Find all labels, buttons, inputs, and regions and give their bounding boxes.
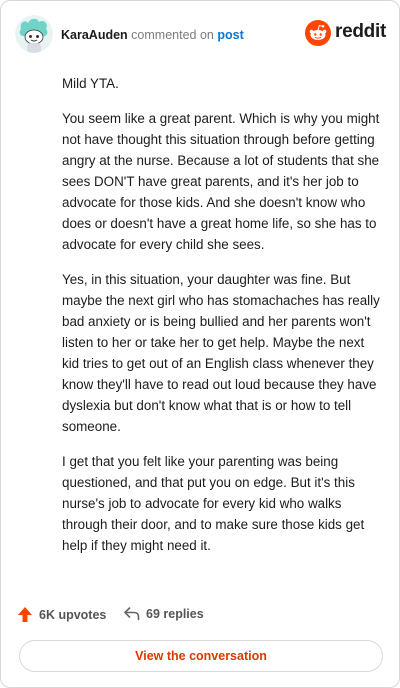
reddit-snoo-icon	[305, 20, 331, 46]
replies-label: 69 replies	[146, 606, 204, 621]
comment-body: Mild YTA. You seem like a great parent. …	[62, 73, 380, 570]
reply-arrow-icon	[124, 607, 140, 621]
post-link[interactable]: post	[217, 28, 243, 42]
comment-paragraph: You seem like a great parent. Which is w…	[62, 111, 380, 252]
upvotes-count[interactable]: 6K upvotes	[17, 606, 106, 623]
reddit-logo[interactable]: reddit	[305, 20, 386, 46]
comment-paragraph: Mild YTA.	[62, 76, 119, 91]
comment-card: KaraAuden commented on post reddit Mild …	[0, 0, 400, 688]
username-link[interactable]: KaraAuden	[61, 28, 128, 42]
comment-header: KaraAuden commented on post reddit	[15, 15, 386, 55]
snoo-avatar-icon	[15, 15, 53, 53]
comment-paragraph: Yes, in this situation, your daughter wa…	[62, 272, 380, 434]
action-text: commented on	[131, 28, 214, 42]
comment-paragraph: I get that you felt like your parenting …	[62, 454, 365, 553]
upvote-arrow-icon	[18, 607, 32, 622]
avatar[interactable]	[15, 15, 53, 53]
comment-footer: 6K upvotes 69 replies	[17, 604, 387, 628]
comment-meta: KaraAuden commented on post	[61, 27, 244, 43]
view-conversation-button[interactable]: View the conversation	[19, 640, 383, 672]
replies-count[interactable]: 69 replies	[123, 606, 204, 621]
reddit-wordmark: reddit	[335, 21, 386, 42]
upvotes-label: 6K upvotes	[39, 607, 107, 622]
